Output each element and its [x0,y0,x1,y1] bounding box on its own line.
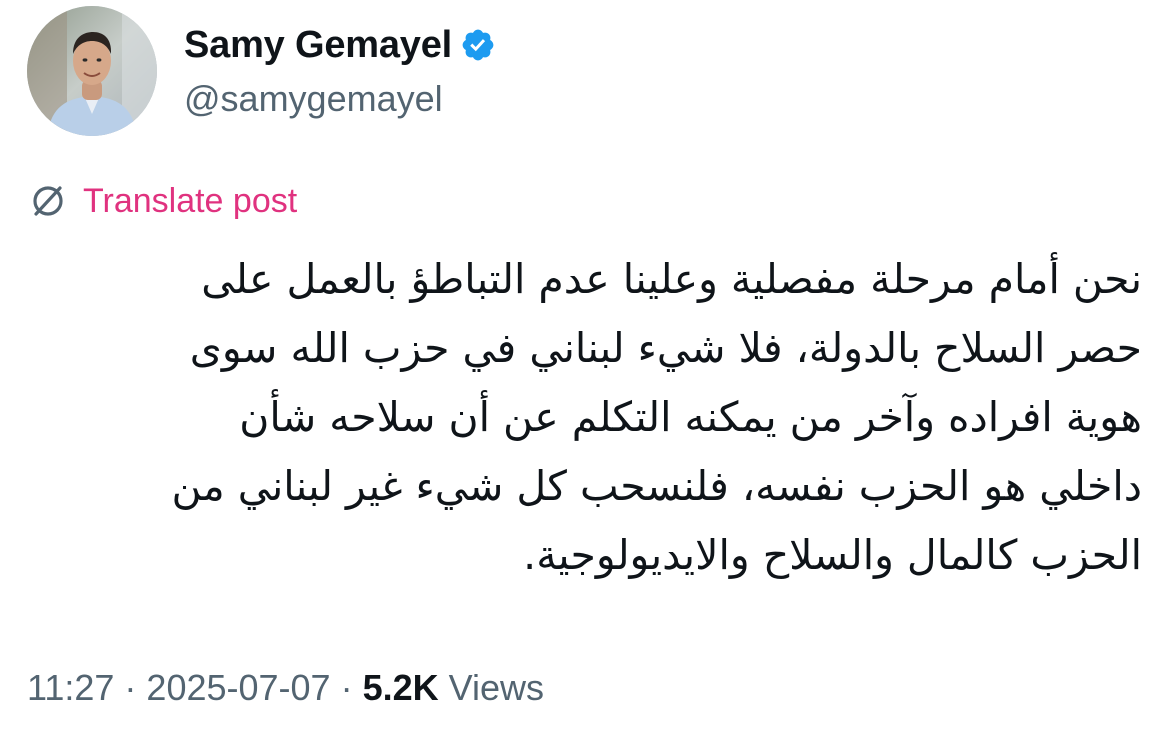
post-text-line: داخلي هو الحزب نفسه، فلنسحب كل شيء غير ل… [171,462,1143,510]
views-count: 5.2K [362,667,439,708]
post-meta: 11:27 · 2025-07-07 · 5.2K Views [27,664,544,712]
post-text-line: حصر السلاح بالدولة، فلا شيء لبناني في حز… [189,324,1142,372]
avatar[interactable] [27,6,157,136]
meta-separator: · [124,667,137,708]
translate-globe-icon [33,186,63,216]
translate-post-button[interactable]: Translate post [27,178,297,224]
post-text-line: هوية افراده وآخر من يمكنه التكلم عن أن س… [239,393,1142,441]
meta-separator: · [340,667,353,708]
author-handle[interactable]: @samygemayel [184,78,443,120]
verified-badge-icon[interactable] [460,27,496,63]
post-text: نحن أمام مرحلة مفصلية وعلينا عدم التباطؤ… [30,245,1143,590]
post-text-line: نحن أمام مرحلة مفصلية وعلينا عدم التباطؤ… [201,255,1142,303]
post-time[interactable]: 11:27 [27,667,114,709]
post-date[interactable]: 2025-07-07 [146,667,330,709]
post-text-line: الحزب كالمال والسلاح والايديولوجية. [523,531,1142,579]
profile-photo [27,6,157,136]
author-name[interactable]: Samy Gemayel [184,24,452,67]
author-name-row: Samy Gemayel [184,20,496,70]
views-label: Views [448,667,545,708]
translate-post-label: Translate post [83,181,298,220]
